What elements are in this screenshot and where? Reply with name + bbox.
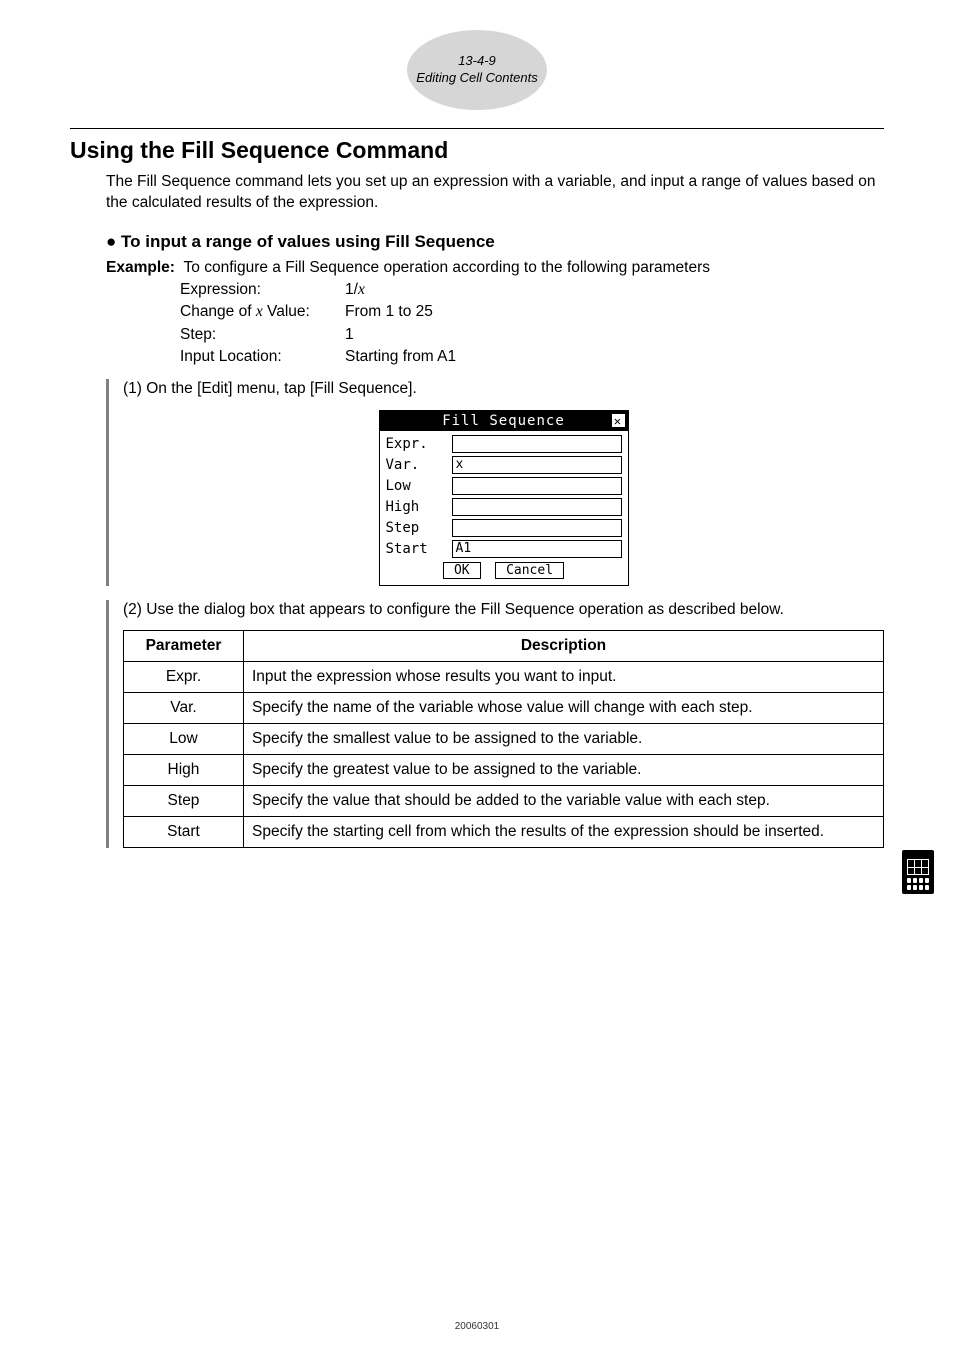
table-row: Var. Specify the name of the variable wh… (124, 693, 884, 724)
intro-paragraph: The Fill Sequence command lets you set u… (106, 172, 884, 214)
cell-param: Step (124, 786, 244, 817)
close-icon[interactable]: ✕ (611, 413, 626, 428)
dlg-field-var[interactable]: x (452, 456, 622, 474)
table-row: Start Specify the starting cell from whi… (124, 817, 884, 848)
cell-param: Start (124, 817, 244, 848)
example-text: To configure a Fill Sequence operation a… (184, 259, 710, 276)
sub-heading-text: To input a range of values using Fill Se… (121, 232, 495, 251)
step1-text: (1) On the [Edit] menu, tap [Fill Sequen… (123, 379, 884, 400)
header-code: 13-4-9 (458, 53, 496, 70)
cell-desc: Specify the greatest value to be assigne… (244, 755, 884, 786)
dlg-field-high[interactable] (452, 498, 622, 516)
param-change-value: From 1 to 25 (345, 301, 433, 323)
step1-block: (1) On the [Edit] menu, tap [Fill Sequen… (106, 379, 884, 586)
dlg-field-step[interactable] (452, 519, 622, 537)
params-table: Parameter Description Expr. Input the ex… (123, 630, 884, 848)
dlg-label-expr: Expr. (386, 436, 452, 452)
header-title: Editing Cell Contents (416, 70, 537, 87)
dlg-field-low[interactable] (452, 477, 622, 495)
table-row: Low Specify the smallest value to be ass… (124, 724, 884, 755)
ok-button[interactable]: OK (443, 562, 481, 579)
cell-desc: Specify the smallest value to be assigne… (244, 724, 884, 755)
param-step-key: Step: (180, 324, 345, 346)
dialog-titlebar: Fill Sequence ✕ (380, 411, 628, 431)
cell-param: Expr. (124, 662, 244, 693)
step2-block: (2) Use the dialog box that appears to c… (106, 600, 884, 849)
step2-text: (2) Use the dialog box that appears to c… (123, 600, 884, 621)
example-line: Example: To configure a Fill Sequence op… (106, 258, 884, 279)
cell-desc: Specify the name of the variable whose v… (244, 693, 884, 724)
dlg-label-step: Step (386, 520, 452, 536)
section-title: Using the Fill Sequence Command (70, 137, 884, 164)
dlg-field-start[interactable]: A1 (452, 540, 622, 558)
cell-desc: Specify the starting cell from which the… (244, 817, 884, 848)
param-change-key: Change of x Value: (180, 301, 345, 323)
th-description: Description (244, 631, 884, 662)
cell-desc: Specify the value that should be added t… (244, 786, 884, 817)
bullet-dot: ● (106, 232, 116, 251)
th-parameter: Parameter (124, 631, 244, 662)
calculator-icon (902, 850, 934, 894)
section-divider (70, 128, 884, 129)
table-row: Step Specify the value that should be ad… (124, 786, 884, 817)
param-expression-key: Expression: (180, 279, 345, 301)
fill-sequence-dialog: Fill Sequence ✕ Expr. Var. x Low High (379, 410, 629, 586)
param-inputloc-value: Starting from A1 (345, 346, 456, 368)
param-inputloc-key: Input Location: (180, 346, 345, 368)
cell-desc: Input the expression whose results you w… (244, 662, 884, 693)
cell-param: Low (124, 724, 244, 755)
footer-date: 20060301 (0, 1321, 954, 1332)
page-header-oval: 13-4-9 Editing Cell Contents (407, 30, 547, 110)
dialog-title-text: Fill Sequence (442, 413, 565, 429)
example-params: Expression: 1/x Change of x Value: From … (180, 279, 884, 369)
param-step-value: 1 (345, 324, 354, 346)
cell-param: High (124, 755, 244, 786)
example-label: Example: (106, 259, 175, 276)
param-expression-value: 1/x (345, 279, 365, 301)
dlg-label-low: Low (386, 478, 452, 494)
dlg-label-high: High (386, 499, 452, 515)
dlg-label-start: Start (386, 541, 452, 557)
sub-heading: ● To input a range of values using Fill … (106, 232, 884, 252)
dlg-label-var: Var. (386, 457, 452, 473)
table-row: High Specify the greatest value to be as… (124, 755, 884, 786)
cell-param: Var. (124, 693, 244, 724)
table-row: Expr. Input the expression whose results… (124, 662, 884, 693)
cancel-button[interactable]: Cancel (495, 562, 564, 579)
dlg-field-expr[interactable] (452, 435, 622, 453)
